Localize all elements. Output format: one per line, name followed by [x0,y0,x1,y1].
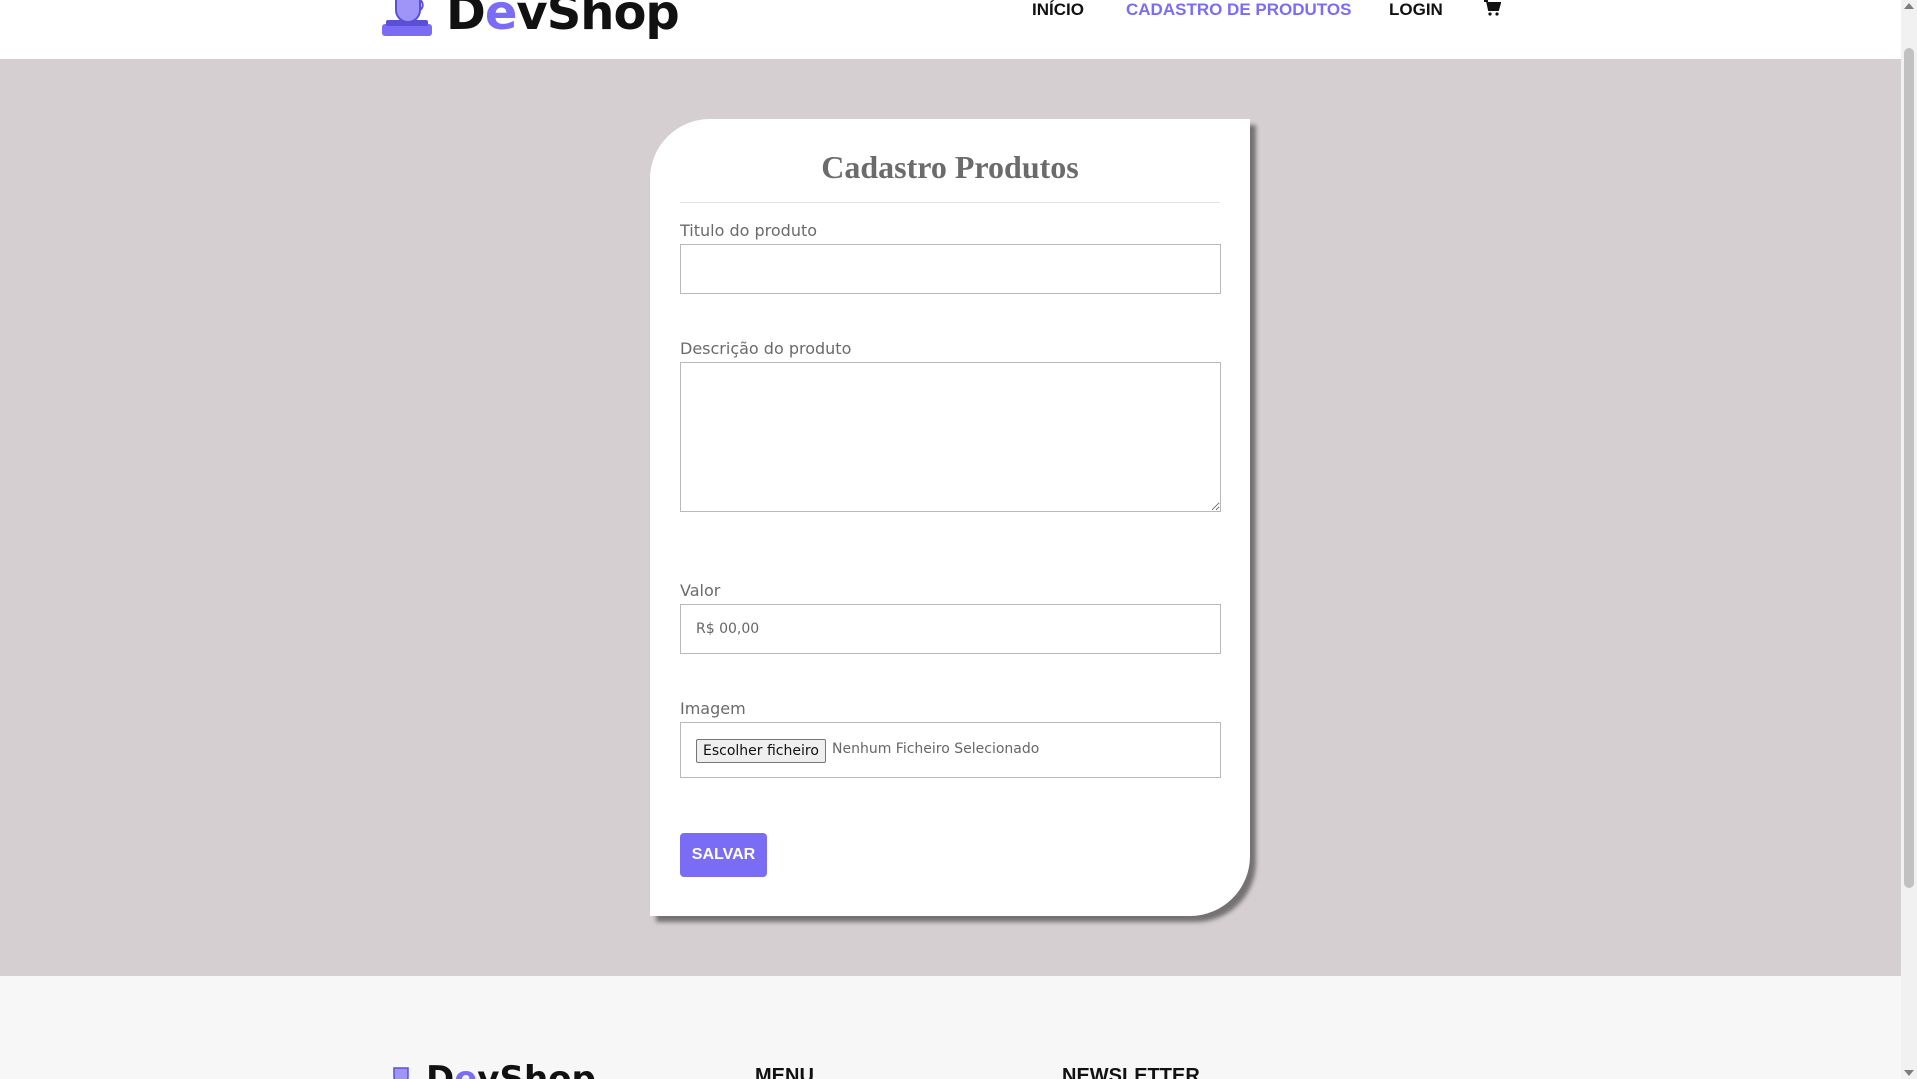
product-description-textarea[interactable] [680,362,1221,512]
scroll-up-arrow-icon[interactable] [1904,3,1914,9]
file-status-text: Nenhum Ficheiro Selecionado [832,741,1040,757]
footer-menu-heading: MENU [755,1065,814,1079]
footer-newsletter-heading: NEWSLETTER [1062,1065,1200,1079]
site-footer: DevShop MENU NEWSLETTER [0,976,1901,1079]
title-divider [680,202,1220,203]
product-image-file-input: Escolher ficheiro Nenhum Ficheiro Seleci… [680,722,1221,778]
footer-logo[interactable]: DevShop [384,1059,596,1079]
nav-item-inicio[interactable]: INÍCIO [1032,0,1084,20]
choose-file-button[interactable]: Escolher ficheiro [696,739,826,763]
description-field-label: Descrição do produto [680,339,852,358]
product-title-input[interactable] [680,244,1221,294]
site-header: DevShop INÍCIO CADASTRO DE PRODUTOS LOGI… [0,0,1901,59]
main-nav: INÍCIO CADASTRO DE PRODUTOS LOGIN [0,0,1901,22]
image-field-label: Imagem [680,699,746,718]
scroll-down-arrow-icon[interactable] [1904,1070,1914,1076]
price-field-label: Valor [680,581,721,600]
page-scrollbar[interactable] [1901,0,1917,1079]
product-form-card: Cadastro Produtos Titulo do produto Desc… [650,119,1250,916]
save-button[interactable]: SALVAR [680,833,767,877]
nav-item-login[interactable]: LOGIN [1389,0,1443,20]
product-price-input[interactable] [680,604,1221,654]
page-title: Cadastro Produtos [821,149,1079,185]
coffee-books-icon [384,1064,420,1079]
footer-logo-text: DevShop [426,1059,596,1079]
title-field-label: Titulo do produto [680,221,818,240]
nav-item-cadastro-produtos[interactable]: CADASTRO DE PRODUTOS [1126,0,1351,20]
cart-icon[interactable] [1483,0,1502,18]
scroll-thumb[interactable] [1904,48,1914,888]
